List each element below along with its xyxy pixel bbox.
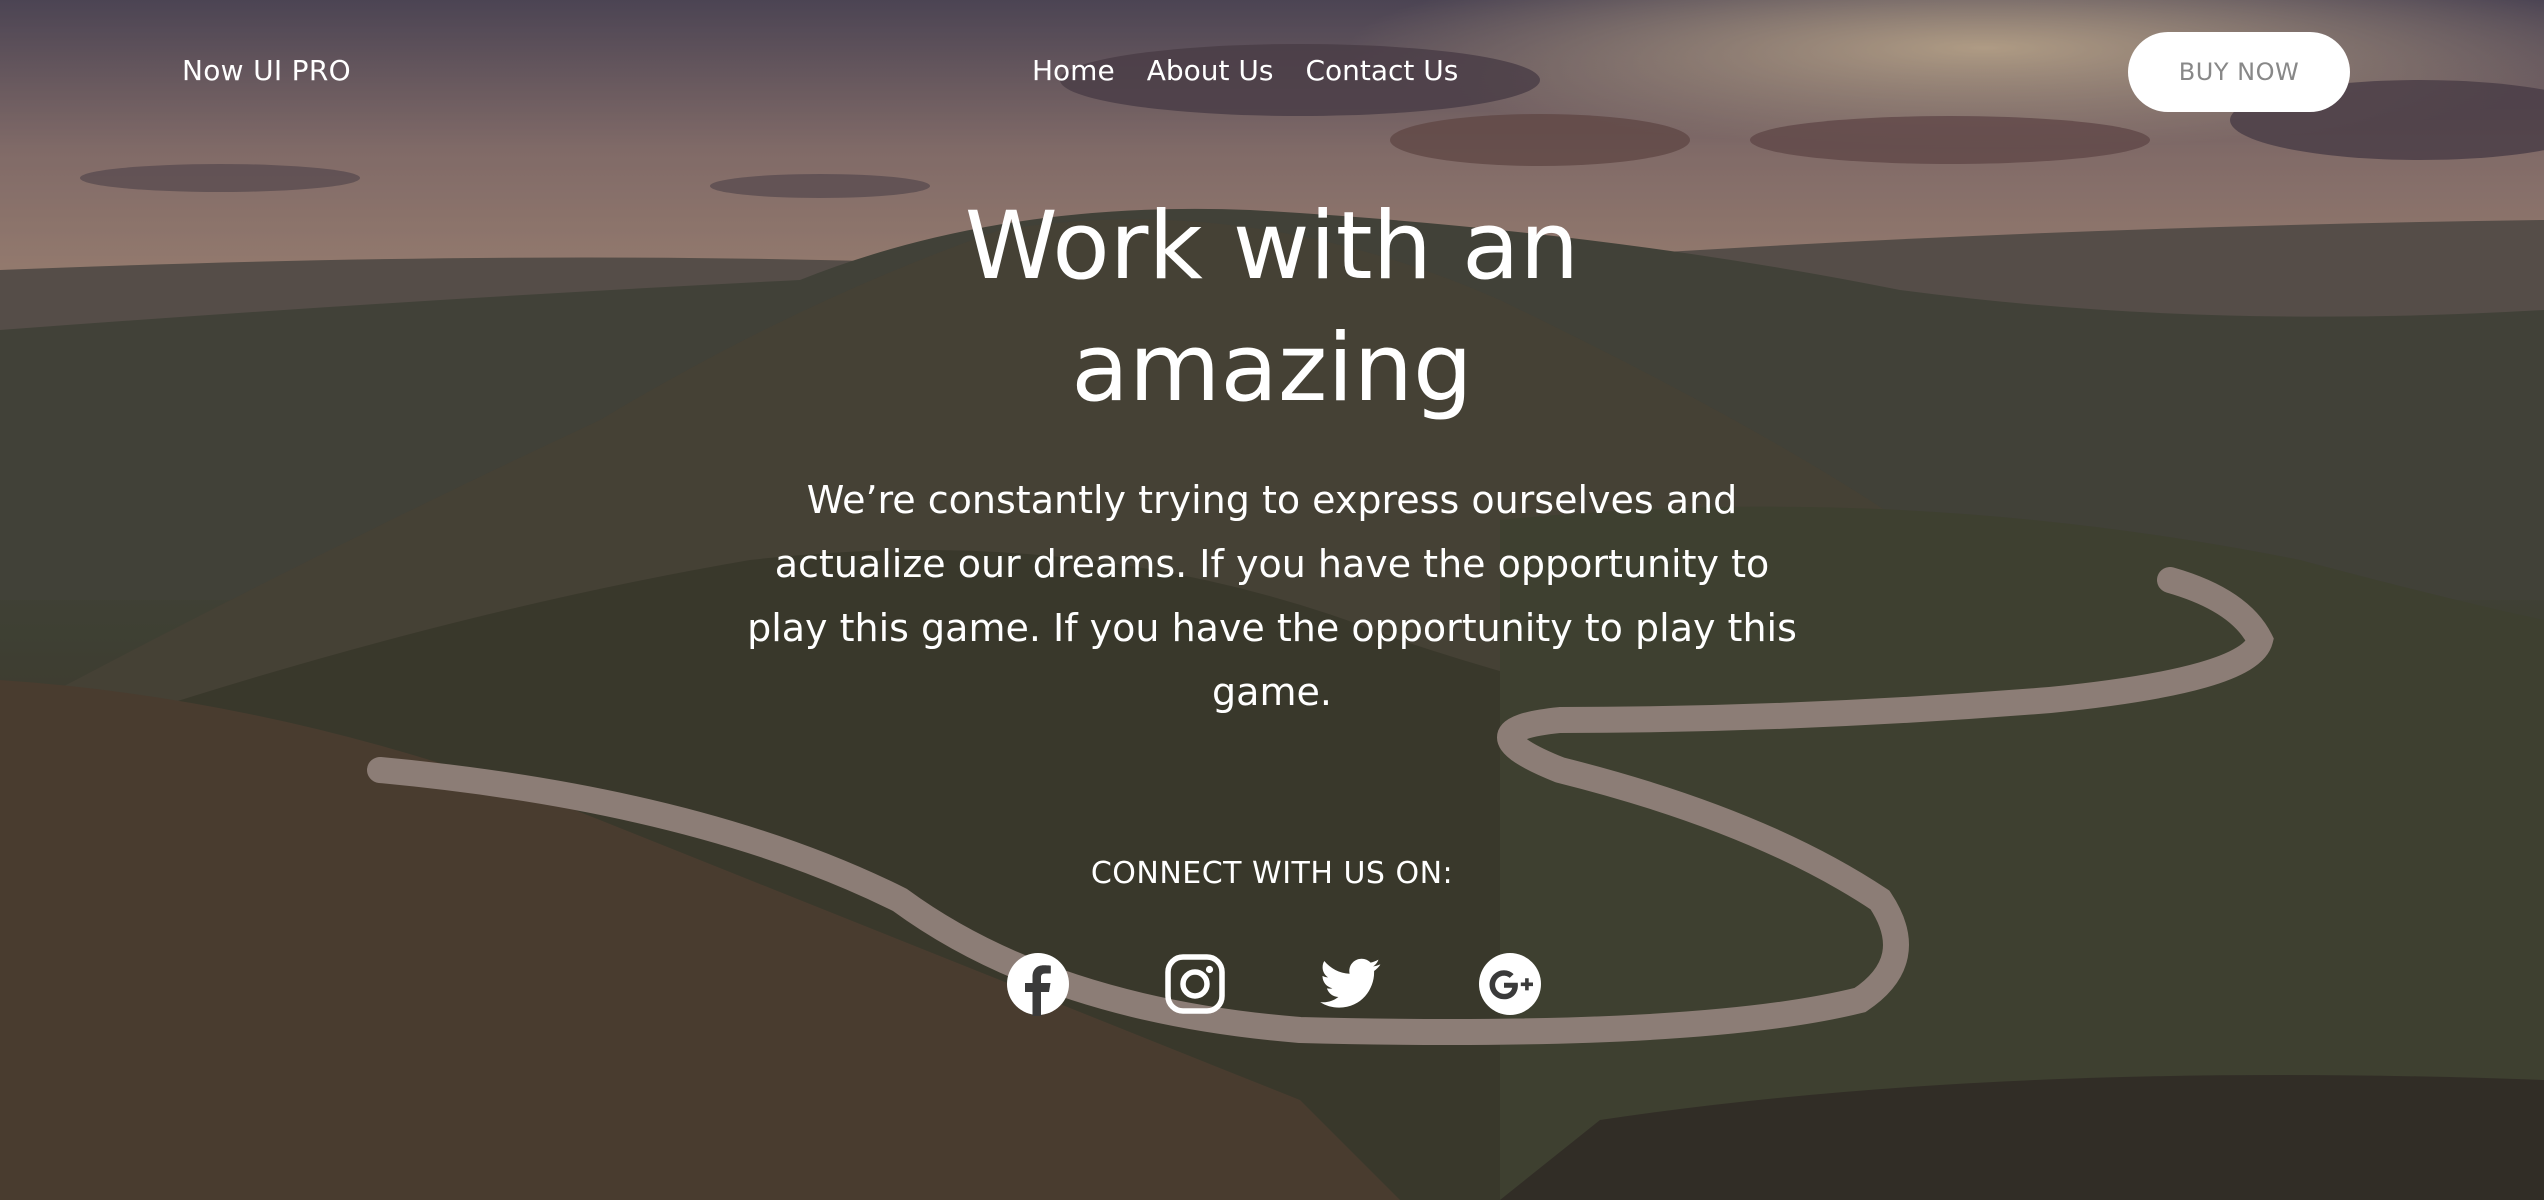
nav-about-us[interactable]: About Us: [1147, 54, 1274, 87]
hero-description: We’re constantly trying to express ourse…: [747, 478, 1797, 714]
nav-home[interactable]: Home: [1032, 54, 1115, 87]
facebook-icon[interactable]: [1006, 952, 1070, 1016]
hero-title: Work with an amazing: [670, 186, 1874, 430]
main-nav: Home About Us Contact Us: [1032, 54, 1458, 87]
nav-contact-us[interactable]: Contact Us: [1305, 54, 1458, 87]
google-plus-icon[interactable]: [1478, 952, 1542, 1016]
twitter-icon[interactable]: [1318, 952, 1382, 1016]
brand-logo[interactable]: Now UI PRO: [182, 54, 351, 87]
hero-title-line2: amazing: [1071, 314, 1473, 423]
instagram-icon[interactable]: [1163, 952, 1227, 1016]
connect-label: CONNECT WITH US ON:: [1090, 856, 1454, 891]
hero-title-line1: Work with an: [964, 192, 1580, 301]
buy-now-button[interactable]: BUY NOW: [2128, 32, 2350, 112]
